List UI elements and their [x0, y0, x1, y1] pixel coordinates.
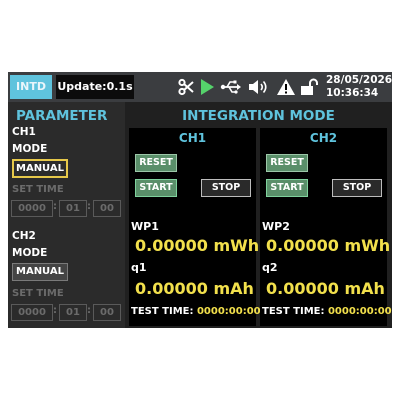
unlock-icon[interactable]: [300, 78, 318, 96]
integration-title: INTEGRATION MODE: [182, 108, 335, 124]
scissors-icon[interactable]: [178, 78, 194, 96]
date-text: 28/05/2026: [326, 74, 393, 86]
ch2-test-time-value: 0000:00:00: [327, 306, 392, 317]
ch2-start-button[interactable]: START: [266, 179, 308, 197]
parameter-title: PARAMETER: [16, 108, 108, 124]
ch2-charge-value: 0.00000 mAh: [266, 279, 385, 298]
ch2-set-time-minutes[interactable]: 01: [59, 304, 87, 321]
ch1-test-time-value: 0000:00:00: [196, 306, 261, 317]
ch1-set-time-label: SET TIME: [12, 184, 64, 195]
ch2-mode-label: MODE: [12, 247, 48, 259]
ch2-set-time-label: SET TIME: [12, 288, 64, 299]
ch2-label: CH2: [12, 230, 36, 242]
ch2-mode-select[interactable]: MANUAL: [12, 263, 68, 281]
ch1-channel-title: CH1: [178, 131, 207, 145]
update-rate-button[interactable]: Update:0.1s: [56, 75, 134, 99]
usb-icon: [220, 80, 241, 94]
ch1-set-time-seconds[interactable]: 00: [93, 200, 121, 217]
ch2-channel-title: CH2: [309, 131, 338, 145]
ch1-label: CH1: [12, 126, 36, 138]
warning-icon: [277, 79, 295, 95]
ch1-charge-value: 0.00000 mAh: [135, 279, 254, 298]
play-icon[interactable]: [199, 78, 215, 96]
ch1-mode-label: MODE: [12, 143, 48, 155]
ch1-channel-panel: CH1 RESET START STOP WP1 0.00000 mWh q1 …: [129, 128, 261, 326]
ch1-stop-button[interactable]: STOP: [201, 179, 251, 197]
ch1-wp-label: WP1: [131, 220, 159, 233]
ch1-start-button[interactable]: START: [135, 179, 177, 197]
mode-badge[interactable]: INTD: [10, 75, 52, 99]
ch1-energy-value: 0.00000 mWh: [135, 236, 260, 255]
ch2-test-time: TEST TIME: 0000:00:00: [262, 306, 392, 317]
ch1-reset-button[interactable]: RESET: [135, 154, 177, 172]
ch1-test-time: TEST TIME: 0000:00:00: [131, 306, 261, 317]
ch2-wp-label: WP2: [262, 220, 290, 233]
ch1-test-time-label: TEST TIME:: [131, 306, 194, 317]
time-separator: :: [53, 305, 57, 316]
time-separator: :: [53, 201, 57, 212]
ch1-charge-label: q1: [131, 261, 147, 274]
ch2-energy-value: 0.00000 mWh: [266, 236, 391, 255]
ch2-set-time-seconds[interactable]: 00: [93, 304, 121, 321]
ch2-stop-button[interactable]: STOP: [332, 179, 382, 197]
time-separator: :: [87, 201, 91, 212]
ch2-reset-button[interactable]: RESET: [266, 154, 308, 172]
ch2-channel-panel: CH2 RESET START STOP WP2 0.00000 mWh q2 …: [260, 128, 392, 326]
ch2-set-time-hours[interactable]: 0000: [11, 304, 53, 321]
ch1-mode-select[interactable]: MANUAL: [12, 159, 68, 178]
ch1-set-time-minutes[interactable]: 01: [59, 200, 87, 217]
time-text: 10:36:34: [326, 87, 379, 99]
parameter-panel: PARAMETER CH1 MODE MANUAL SET TIME 0000 …: [8, 102, 125, 328]
integration-panel: INTEGRATION MODE CH1 RESET START STOP WP…: [125, 102, 392, 328]
time-separator: :: [87, 305, 91, 316]
ch2-test-time-label: TEST TIME:: [262, 306, 325, 317]
ch1-set-time-hours[interactable]: 0000: [11, 200, 53, 217]
datetime: 28/05/2026 10:36:34: [326, 74, 393, 100]
instrument-screen: INTD Update:0.1s 28/05/2026 10:36:34 PAR…: [8, 72, 392, 328]
status-bar: INTD Update:0.1s 28/05/2026 10:36:34: [8, 72, 392, 102]
speaker-icon[interactable]: [248, 78, 270, 96]
ch2-charge-label: q2: [262, 261, 278, 274]
